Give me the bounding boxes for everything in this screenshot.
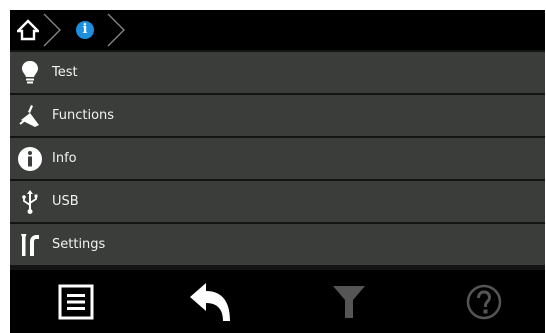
help-button[interactable]	[444, 270, 524, 333]
menu-item-label: Settings	[52, 237, 106, 252]
menu-item-label: Info	[52, 151, 77, 166]
menu-item-label: Functions	[52, 108, 115, 123]
breadcrumb-info[interactable]: i	[67, 10, 103, 50]
home-icon	[17, 19, 39, 41]
menu-item-functions[interactable]: Functions	[10, 95, 545, 136]
tools-icon	[10, 224, 50, 265]
menu-item-settings[interactable]: Settings	[10, 224, 545, 265]
info-icon	[10, 138, 50, 179]
menu-item-info[interactable]: Info	[10, 138, 545, 179]
usb-icon	[10, 181, 50, 222]
list-button[interactable]	[36, 270, 116, 333]
bottom-toolbar	[10, 270, 545, 333]
probe-icon	[10, 95, 50, 136]
info-icon: i	[76, 21, 94, 39]
breadcrumb: i	[10, 10, 545, 50]
menu-item-label: USB	[52, 194, 79, 209]
device-screen: i Test Functions Info USB Settings	[10, 10, 545, 333]
back-button[interactable]	[171, 270, 251, 333]
filter-icon	[333, 285, 365, 318]
back-arrow-icon	[190, 282, 230, 321]
breadcrumb-separator	[107, 13, 125, 47]
menu-item-usb[interactable]: USB	[10, 181, 545, 222]
help-icon	[466, 284, 502, 319]
filter-button[interactable]	[309, 270, 389, 333]
list-icon	[58, 284, 94, 319]
menu-item-test[interactable]: Test	[10, 52, 545, 93]
breadcrumb-separator	[43, 13, 61, 47]
lightbulb-icon	[10, 52, 50, 93]
main-menu: Test Functions Info USB Settings	[10, 52, 545, 267]
menu-item-label: Test	[52, 65, 78, 80]
breadcrumb-home[interactable]	[10, 10, 46, 50]
